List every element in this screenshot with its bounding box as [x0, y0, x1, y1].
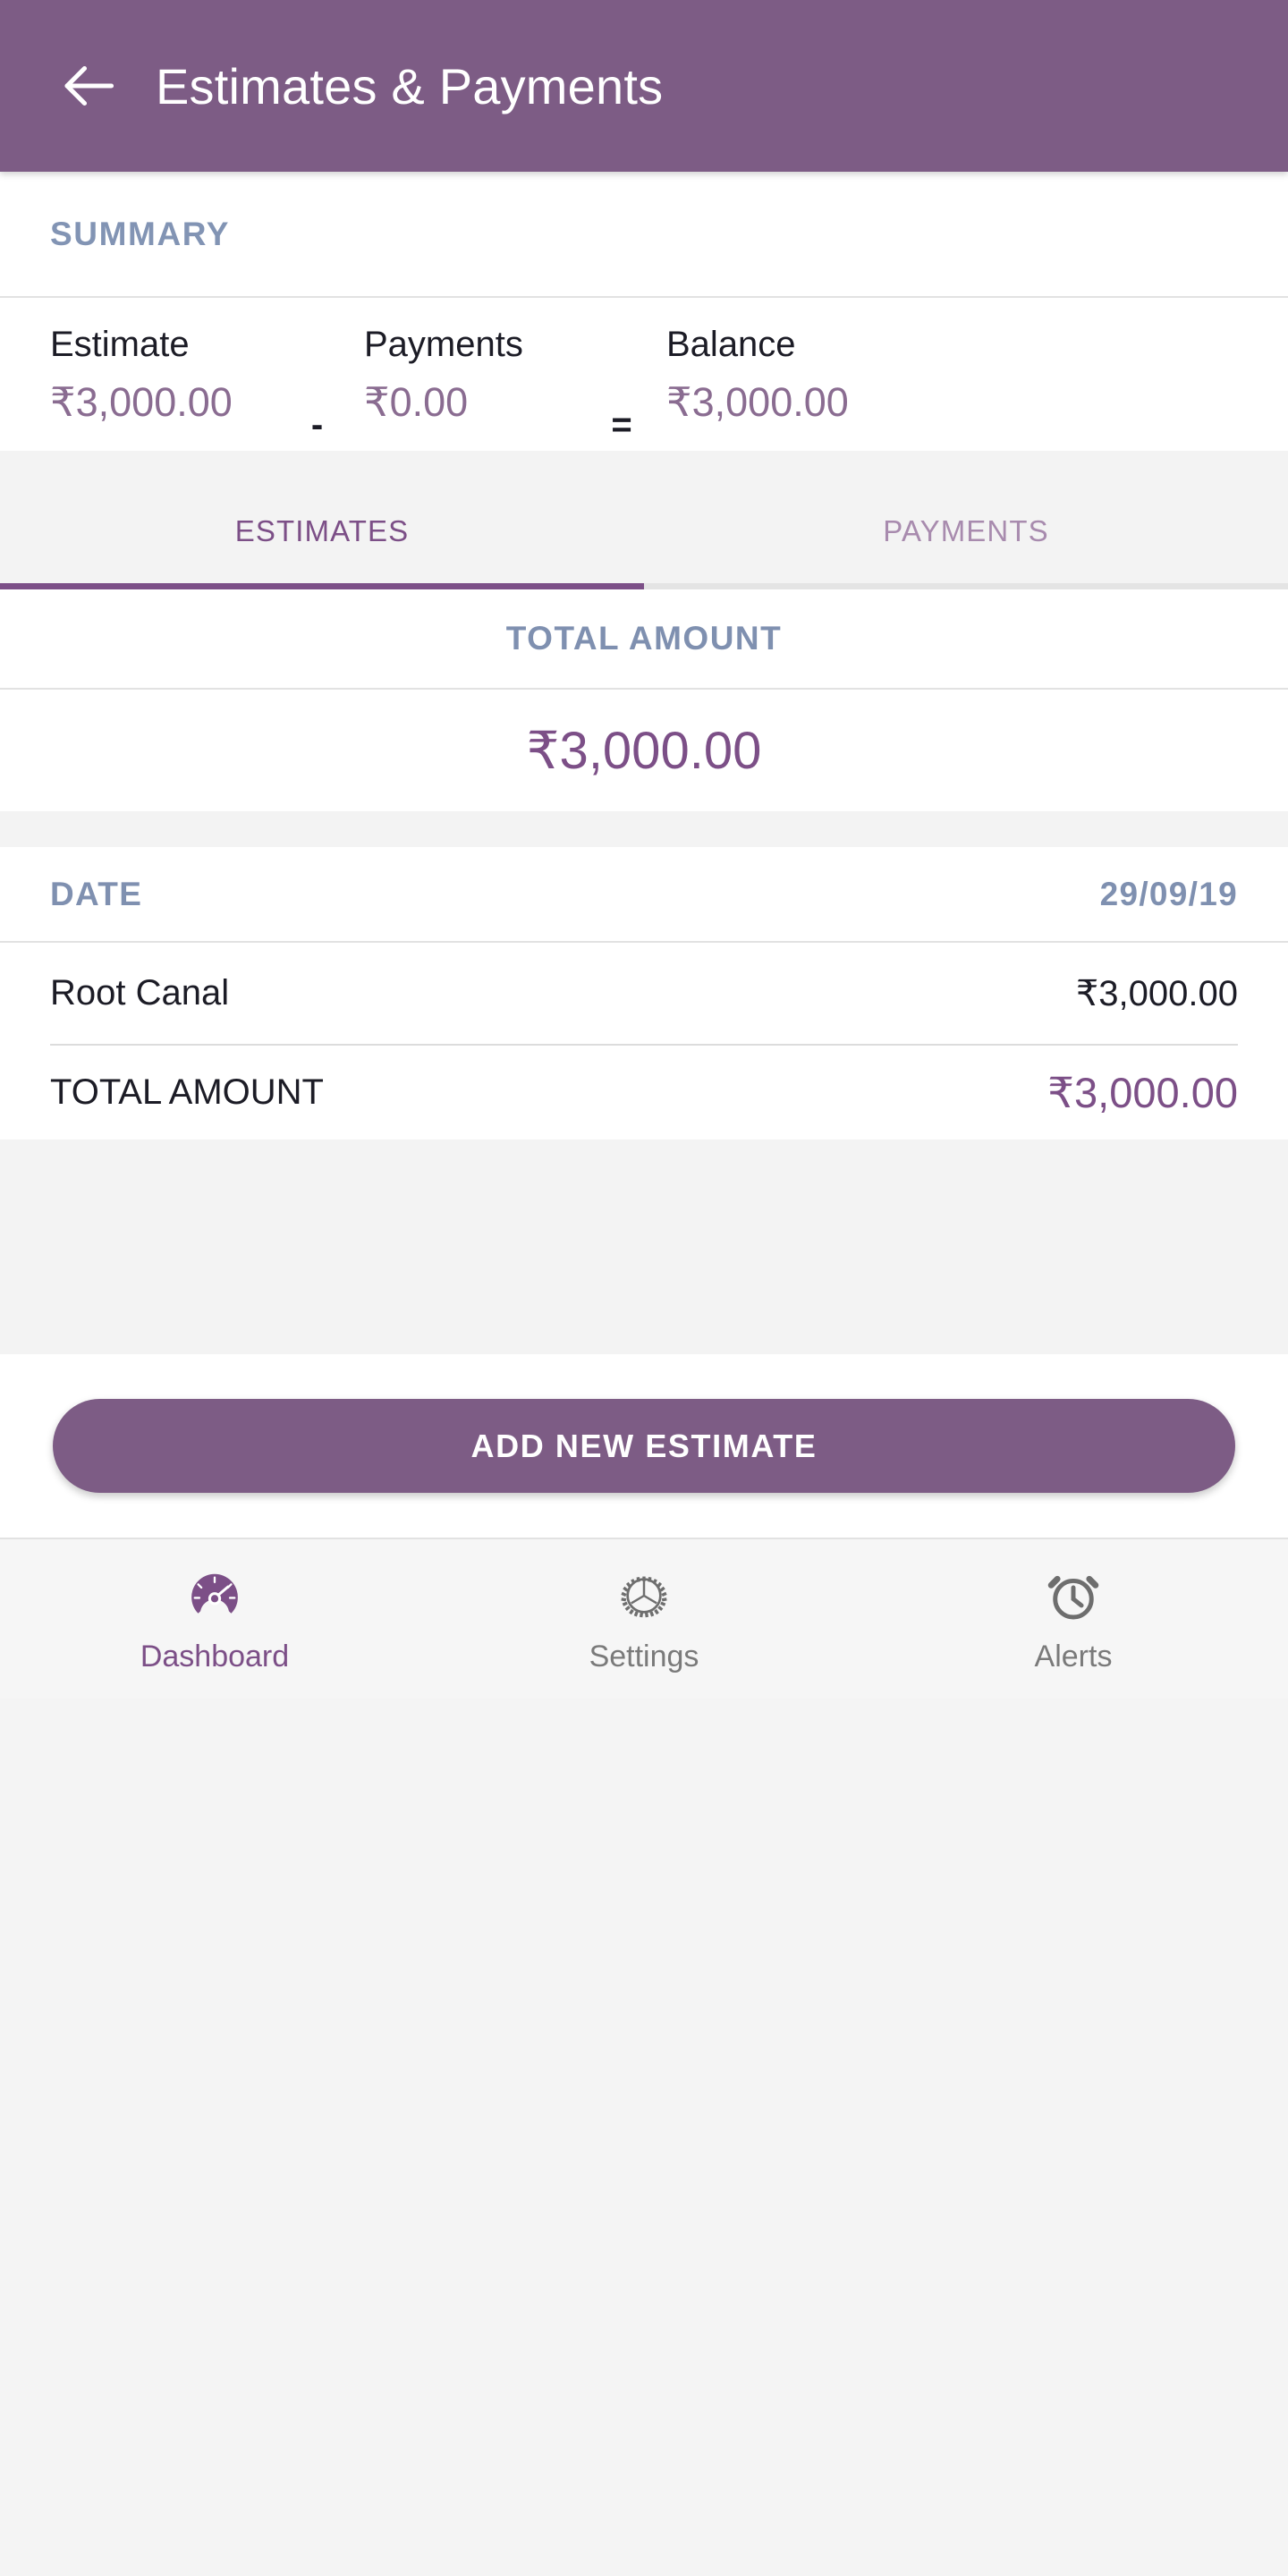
estimate-total-amount: ₹3,000.00 — [1047, 1068, 1238, 1116]
line-item-name: Root Canal — [50, 973, 230, 1013]
tab-estimates-label: ESTIMATES — [234, 514, 410, 547]
summary-section: SUMMARY Estimate ₹3,000.00 - Payments ₹0… — [0, 172, 1288, 451]
back-button[interactable] — [55, 53, 122, 119]
nav-item-settings[interactable]: Settings — [429, 1539, 859, 1699]
summary-payments: Payments ₹0.00 — [364, 326, 577, 422]
total-amount-panel: TOTAL AMOUNT ₹3,000.00 — [0, 589, 1288, 811]
summary-estimate: Estimate ₹3,000.00 — [50, 326, 270, 422]
summary-minus-operator: - — [310, 405, 324, 445]
summary-balance-label: Balance — [666, 325, 796, 364]
estimate-date-label: DATE — [50, 875, 143, 912]
arrow-left-icon — [64, 65, 114, 106]
total-amount-header: TOTAL AMOUNT — [0, 589, 1288, 688]
estimate-card[interactable]: DATE 29/09/19 Root Canal ₹3,000.00 TOTAL… — [0, 847, 1288, 1140]
estimate-total-row: TOTAL AMOUNT ₹3,000.00 — [0, 1046, 1288, 1140]
app-bar: Estimates & Payments — [0, 0, 1288, 172]
page-title: Estimates & Payments — [156, 57, 664, 114]
nav-item-dashboard-label: Dashboard — [140, 1640, 290, 1674]
summary-estimate-label: Estimate — [50, 325, 190, 364]
tab-payments[interactable]: PAYMENTS — [644, 479, 1288, 583]
tab-indicator-track — [0, 583, 1288, 589]
summary-header-label: SUMMARY — [50, 215, 230, 252]
summary-header: SUMMARY — [0, 172, 1288, 296]
empty-list-area — [0, 1140, 1288, 1354]
add-new-estimate-button[interactable]: ADD NEW ESTIMATE — [53, 1399, 1235, 1493]
section-gap — [0, 811, 1288, 847]
summary-payments-label: Payments — [364, 325, 523, 364]
estimate-date-value: 29/09/19 — [1099, 875, 1238, 912]
tab-active-indicator — [0, 583, 644, 589]
alarm-clock-icon — [1045, 1563, 1102, 1628]
bottom-navigation: Dashboard Settings Alerts — [0, 1538, 1288, 1699]
nav-item-alerts-label: Alerts — [1034, 1640, 1113, 1674]
estimate-total-label: TOTAL AMOUNT — [50, 1072, 324, 1112]
total-amount-value: ₹3,000.00 — [526, 722, 762, 780]
summary-balance-value: ₹3,000.00 — [666, 379, 849, 425]
tab-bar: ESTIMATES PAYMENTS — [0, 451, 1288, 589]
summary-balance: Balance ₹3,000.00 — [666, 326, 1238, 422]
total-amount-header-label: TOTAL AMOUNT — [505, 620, 783, 657]
estimate-date-row: DATE 29/09/19 — [0, 847, 1288, 941]
nav-item-settings-label: Settings — [589, 1640, 699, 1674]
summary-payments-value: ₹0.00 — [364, 379, 469, 425]
cta-container: ADD NEW ESTIMATE — [0, 1354, 1288, 1538]
tab-estimates[interactable]: ESTIMATES — [0, 479, 644, 583]
nav-item-alerts[interactable]: Alerts — [859, 1539, 1288, 1699]
summary-figures: Estimate ₹3,000.00 - Payments ₹0.00 = Ba… — [0, 298, 1288, 451]
table-row: Root Canal ₹3,000.00 — [0, 943, 1288, 1044]
gear-icon — [616, 1563, 672, 1628]
total-amount-value-row: ₹3,000.00 — [0, 690, 1288, 811]
tab-payments-label: PAYMENTS — [883, 514, 1049, 547]
line-item-amount: ₹3,000.00 — [1075, 973, 1238, 1013]
app-screen: Estimates & Payments SUMMARY Estimate ₹3… — [0, 0, 1288, 2576]
nav-item-dashboard[interactable]: Dashboard — [0, 1539, 429, 1699]
speedometer-icon — [185, 1563, 244, 1628]
summary-equals-operator: = — [611, 405, 632, 445]
summary-estimate-value: ₹3,000.00 — [50, 379, 233, 425]
